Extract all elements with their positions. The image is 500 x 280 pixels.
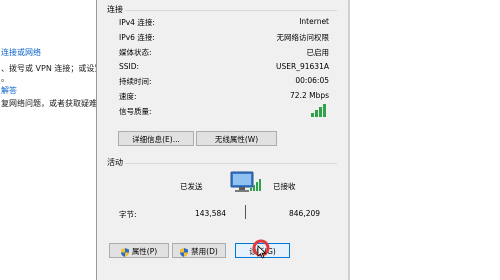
details-button[interactable]: 详细信息(E)... <box>118 131 194 146</box>
activity-group-divider <box>125 163 337 164</box>
activity-group-label: 活动 <box>107 158 123 167</box>
ipv6-value: 无网络访问权限 <box>276 33 330 42</box>
ipv4-row: IPv4 连接: Internet <box>119 17 329 30</box>
background-settings-page: 连接或网络 、拨号或 VPN 连接；或设置 。 解答 复网络问题，或者获取疑难 <box>0 0 102 280</box>
media-state-label: 媒体状态: <box>119 48 152 57</box>
activity-divider <box>245 205 246 219</box>
properties-button-label: 属性(P) <box>131 247 158 256</box>
ssid-value: USER_91631A <box>276 62 329 71</box>
signal-row: 信号质量: <box>119 104 329 119</box>
signal-bars-icon <box>311 104 326 117</box>
right-background-area <box>350 0 500 280</box>
media-state-row: 媒体状态: 已启用 <box>119 47 329 60</box>
uac-shield-icon <box>180 247 189 257</box>
duration-row: 持续时间: 00:06:05 <box>119 76 329 89</box>
setup-connection-link[interactable]: 连接或网络 <box>1 47 41 58</box>
setup-connection-description: 、拨号或 VPN 连接；或设置 <box>1 64 103 73</box>
wlan-status-dialog: 连接 IPv4 连接: Internet IPv6 连接: 无网络访问权限 媒体… <box>96 0 350 280</box>
disable-button[interactable]: 禁用(D) <box>172 243 226 258</box>
duration-label: 持续时间: <box>119 77 152 86</box>
ipv6-row: IPv6 连接: 无网络访问权限 <box>119 32 329 45</box>
speed-label: 速度: <box>119 92 137 101</box>
uac-shield-icon <box>120 247 129 257</box>
disable-button-label: 禁用(D) <box>191 247 218 256</box>
ssid-label: SSID: <box>119 62 140 71</box>
ipv4-value: Internet <box>299 17 329 26</box>
speed-value: 72.2 Mbps <box>290 91 329 100</box>
duration-value: 00:06:05 <box>295 76 329 85</box>
ipv6-label: IPv6 连接: <box>119 33 155 42</box>
media-state-value: 已启用 <box>306 48 330 57</box>
wireless-properties-button[interactable]: 无线属性(W) <box>196 131 277 146</box>
sent-label: 已发送 <box>180 182 203 191</box>
speed-row: 速度: 72.2 Mbps <box>119 91 329 104</box>
network-computer-icon <box>230 171 261 192</box>
ipv4-label: IPv4 连接: <box>119 18 155 27</box>
mouse-pointer-icon <box>257 245 267 259</box>
signal-quality-label: 信号质量: <box>119 107 152 116</box>
properties-button[interactable]: 属性(P) <box>109 243 169 258</box>
connection-group-divider <box>125 10 337 11</box>
ssid-row: SSID: USER_91631A <box>119 62 329 75</box>
setup-connection-description-end: 。 <box>1 74 9 83</box>
sent-bytes-value: 143,584 <box>195 209 227 218</box>
bytes-label: 字节: <box>119 210 137 219</box>
received-bytes-value: 846,209 <box>289 209 321 218</box>
connection-group-label: 连接 <box>107 5 123 14</box>
troubleshoot-link[interactable]: 解答 <box>1 85 17 96</box>
received-label: 已接收 <box>273 182 296 191</box>
troubleshoot-description: 复网络问题，或者获取疑难 <box>1 99 97 108</box>
